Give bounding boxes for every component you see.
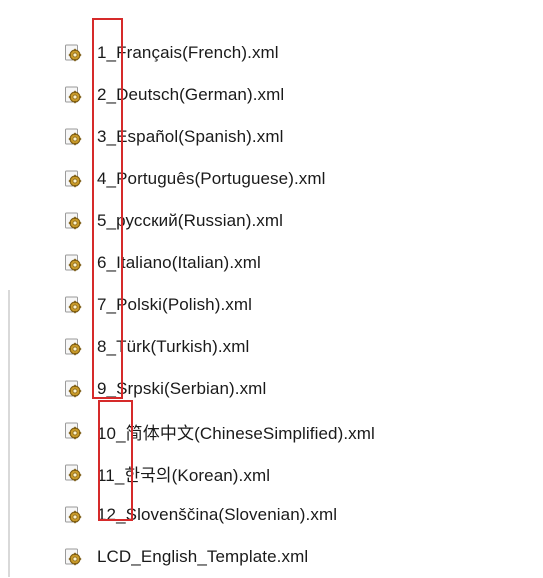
file-item-spanish[interactable]: 3_Español(Spanish).xml xyxy=(64,116,524,158)
xml-file-icon xyxy=(65,464,82,482)
file-item-french[interactable]: 1_Français(French).xml xyxy=(64,32,524,74)
file-name: 10_简体中文(ChineseSimplified).xml xyxy=(97,423,375,443)
xml-file-icon xyxy=(65,506,82,524)
file-name: 5_русский(Russian).xml xyxy=(97,211,284,230)
file-name: 1_Français(French).xml xyxy=(97,43,279,62)
file-name: 9_Srpski(Serbian).xml xyxy=(97,379,267,398)
file-item-turkish[interactable]: 8_Türk(Turkish).xml xyxy=(64,326,524,368)
file-item-lcd-english-template[interactable]: LCD_English_Template.xml xyxy=(64,536,524,578)
xml-file-icon xyxy=(65,170,82,188)
file-name: LCD_English_Template.xml xyxy=(97,547,309,566)
xml-file-icon xyxy=(65,296,82,314)
xml-file-icon xyxy=(65,212,82,230)
file-item-portuguese[interactable]: 4_Português(Portuguese).xml xyxy=(64,158,524,200)
file-item-slovenian[interactable]: 12_Slovenščina(Slovenian).xml xyxy=(64,494,524,536)
file-item-serbian[interactable]: 9_Srpski(Serbian).xml xyxy=(64,368,524,410)
file-item-russian[interactable]: 5_русский(Russian).xml xyxy=(64,200,524,242)
file-name: 3_Español(Spanish).xml xyxy=(97,127,284,146)
xml-file-icon xyxy=(65,44,82,62)
file-item-german[interactable]: 2_Deutsch(German).xml xyxy=(64,74,524,116)
file-name: 8_Türk(Turkish).xml xyxy=(97,337,250,356)
file-name: 2_Deutsch(German).xml xyxy=(97,85,285,104)
xml-file-icon xyxy=(65,254,82,272)
file-name: 11_한국의(Korean).xml xyxy=(97,465,271,485)
file-name: 12_Slovenščina(Slovenian).xml xyxy=(97,505,338,524)
file-item-italian[interactable]: 6_Italiano(Italian).xml xyxy=(64,242,524,284)
file-item-polish[interactable]: 7_Polski(Polish).xml xyxy=(64,284,524,326)
file-item-chinese-simplified[interactable]: 10_简体中文(ChineseSimplified).xml xyxy=(64,410,524,452)
xml-file-icon xyxy=(65,380,82,398)
xml-file-icon xyxy=(65,128,82,146)
file-item-korean[interactable]: 11_한국의(Korean).xml xyxy=(64,452,524,494)
xml-file-icon xyxy=(65,86,82,104)
file-list: 1_Français(French).xml 2_Deutsch(German)… xyxy=(64,32,524,578)
xml-file-icon xyxy=(65,548,82,566)
file-name: 7_Polski(Polish).xml xyxy=(97,295,253,314)
file-name: 6_Italiano(Italian).xml xyxy=(97,253,261,272)
xml-file-icon xyxy=(65,422,82,440)
xml-file-icon xyxy=(65,338,82,356)
file-name: 4_Português(Portuguese).xml xyxy=(97,169,326,188)
left-pane-divider xyxy=(8,290,10,577)
